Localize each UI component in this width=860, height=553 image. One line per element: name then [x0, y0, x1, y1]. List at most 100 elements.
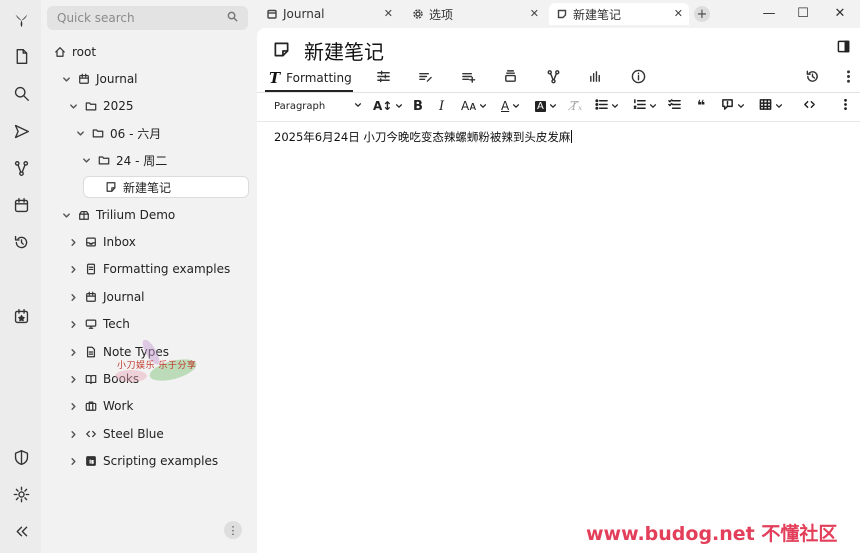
- tree-item-2025[interactable]: 2025: [66, 95, 134, 117]
- tree-item-new-note[interactable]: 新建笔记: [83, 176, 249, 198]
- quick-search-input[interactable]: [57, 11, 217, 25]
- trilium-logo-icon[interactable]: [10, 9, 32, 31]
- chevron-down-icon[interactable]: [66, 99, 80, 113]
- tab-new-note[interactable]: 新建笔记 ✕: [549, 3, 689, 25]
- tree-item-formatting-examples[interactable]: Formatting examples: [66, 258, 230, 280]
- table-dropdown[interactable]: [759, 94, 783, 118]
- chevron-down-icon: [512, 99, 520, 113]
- tree-item-inbox[interactable]: Inbox: [66, 231, 136, 253]
- bulleted-list-dropdown[interactable]: [595, 94, 619, 118]
- minimize-button[interactable]: —: [757, 4, 781, 22]
- tree-item-june[interactable]: 06 - 六月: [73, 122, 161, 144]
- ribbon-tab-label: Formatting: [286, 71, 352, 85]
- font-size-dropdown[interactable]: A↕: [373, 94, 403, 118]
- background-color-dropdown[interactable]: A: [535, 94, 557, 118]
- chevron-right-icon[interactable]: [66, 262, 80, 276]
- history-icon[interactable]: [10, 231, 32, 253]
- ribbon-tab-inherited[interactable]: [503, 66, 518, 90]
- tree-item-trilium-demo[interactable]: Trilium Demo: [59, 204, 175, 226]
- tree-item-work[interactable]: Work: [66, 395, 133, 417]
- block-type-dropdown[interactable]: Paragraph: [274, 94, 362, 118]
- watermark-sticker: 小刀娱乐 乐于分享: [111, 339, 203, 390]
- close-icon[interactable]: ✕: [384, 7, 393, 20]
- new-note-icon[interactable]: [10, 45, 32, 67]
- bold-button[interactable]: B: [413, 94, 423, 118]
- chevron-down-icon[interactable]: [79, 153, 93, 167]
- chevron-down-icon: [611, 99, 619, 113]
- blockquote-button[interactable]: ❝: [697, 94, 705, 118]
- ribbon-tab-owned-attributes[interactable]: [461, 66, 476, 90]
- todo-list-button[interactable]: [668, 94, 681, 118]
- folder-icon: [91, 126, 105, 140]
- chevron-down-icon[interactable]: [59, 72, 73, 86]
- tree-item-steel-blue[interactable]: Steel Blue: [66, 423, 164, 445]
- note-icon[interactable]: [273, 41, 290, 61]
- remove-format-button[interactable]: T̸ₓ: [570, 94, 582, 118]
- chevron-right-icon[interactable]: [66, 427, 80, 441]
- tree-item-tech[interactable]: Tech: [66, 313, 130, 335]
- chevron-right-icon[interactable]: [66, 290, 80, 304]
- tree-item-journal[interactable]: Journal: [59, 68, 138, 90]
- today-note-icon[interactable]: [10, 305, 32, 327]
- quick-search[interactable]: [47, 6, 248, 30]
- font-size-icon: A↕: [373, 99, 393, 113]
- tab-journal[interactable]: Journal ✕: [259, 3, 399, 25]
- tree-item-label: 24 - 周二: [116, 153, 168, 168]
- calendar-icon[interactable]: [10, 194, 32, 216]
- protected-session-icon[interactable]: [10, 446, 32, 468]
- chevron-down-icon: [395, 99, 403, 113]
- folder-icon: [84, 99, 98, 113]
- chevron-down-icon[interactable]: [59, 208, 73, 222]
- ribbon-tab-note-map[interactable]: [546, 66, 561, 90]
- close-icon[interactable]: ✕: [674, 7, 683, 20]
- note-editor-content[interactable]: 2025年6月24日 小刀今晚吃变态辣螺蛳粉被辣到头皮发麻: [274, 129, 573, 145]
- admonition-dropdown[interactable]: [721, 94, 745, 118]
- text-style-dropdown[interactable]: Aᴀ: [461, 94, 487, 118]
- ribbon-tab-note-info[interactable]: [631, 66, 646, 90]
- new-tab-button[interactable]: +: [694, 6, 710, 22]
- chevron-right-icon[interactable]: [66, 235, 80, 249]
- font-color-dropdown[interactable]: A: [501, 94, 520, 118]
- search-icon[interactable]: [10, 82, 32, 104]
- ribbon-tab-similar-notes[interactable]: [588, 66, 603, 90]
- italic-button[interactable]: I: [439, 94, 444, 118]
- tree-item-label: Steel Blue: [103, 427, 164, 441]
- more-vertical-icon: [841, 69, 856, 87]
- chevron-right-icon[interactable]: [66, 345, 80, 359]
- note-actions-menu[interactable]: [841, 66, 856, 90]
- code-button[interactable]: [803, 94, 816, 118]
- ribbon-tab-script[interactable]: [418, 66, 433, 90]
- bar-chart-icon: [588, 69, 603, 87]
- tree-item-root[interactable]: root: [53, 41, 96, 63]
- more-tools-button[interactable]: [839, 94, 852, 118]
- tree-settings-button[interactable]: ⋮: [224, 521, 242, 539]
- collapse-sidebar-icon[interactable]: [10, 520, 32, 542]
- toggle-right-pane-icon[interactable]: [837, 40, 850, 56]
- maximize-button[interactable]: ☐: [791, 4, 815, 22]
- chevron-down-icon[interactable]: [73, 126, 87, 140]
- send-icon[interactable]: [10, 120, 32, 142]
- chevron-right-icon[interactable]: [66, 372, 80, 386]
- close-icon[interactable]: ✕: [530, 7, 539, 20]
- close-window-button[interactable]: ✕: [828, 4, 852, 22]
- divider: [257, 121, 860, 122]
- numbered-list-dropdown[interactable]: [633, 94, 657, 118]
- tree-item-journal-demo[interactable]: Journal: [66, 286, 145, 308]
- chevron-right-icon[interactable]: [66, 454, 80, 468]
- gear-icon[interactable]: [10, 483, 32, 505]
- edit-list-icon: [418, 69, 433, 87]
- ribbon-tab-options[interactable]: [376, 66, 391, 90]
- relation-map-icon[interactable]: [10, 157, 32, 179]
- chevron-right-icon[interactable]: [66, 399, 80, 413]
- chevron-right-icon[interactable]: [66, 317, 80, 331]
- tab-options[interactable]: 选项 ✕: [405, 3, 545, 25]
- monitor-icon: [84, 317, 98, 331]
- ribbon-tab-formatting[interactable]: T Formatting: [265, 66, 356, 90]
- note-title-row: 新建笔记: [273, 36, 384, 65]
- briefcase-icon: [84, 399, 98, 413]
- tree-item-day[interactable]: 24 - 周二: [79, 149, 167, 171]
- note-revisions-button[interactable]: [805, 66, 820, 90]
- tree-item-scripting-examples[interactable]: Scripting examples: [66, 450, 218, 472]
- note-title[interactable]: 新建笔记: [304, 36, 384, 65]
- gear-icon: [413, 8, 425, 20]
